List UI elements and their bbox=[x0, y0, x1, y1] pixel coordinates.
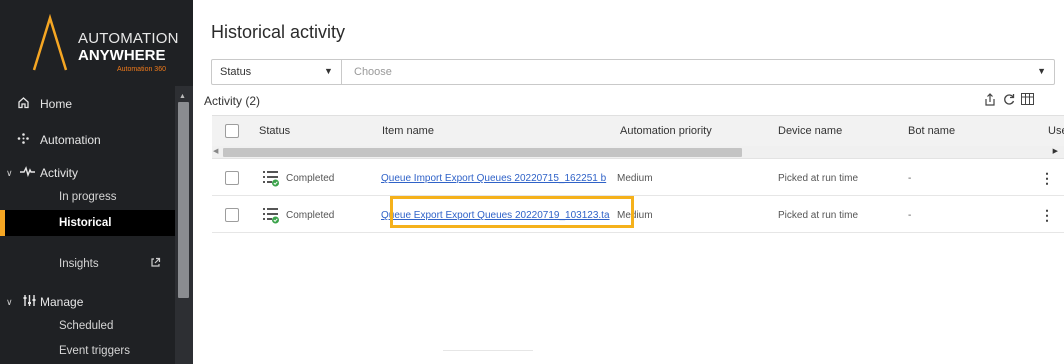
row-checkbox[interactable] bbox=[225, 208, 239, 222]
manage-sliders-icon bbox=[22, 294, 36, 310]
filter-bar: Status ▼ Choose ▼ bbox=[211, 59, 1055, 85]
brand-logo[interactable]: AUTOMATION ANYWHERE Automation 360 bbox=[0, 0, 193, 86]
sidebar-item-in-progress[interactable]: In progress bbox=[0, 186, 175, 208]
row-actions-menu-icon[interactable]: ⋮ bbox=[1040, 207, 1054, 224]
sidebar-item-label: Insights bbox=[59, 258, 99, 270]
column-header-user[interactable]: User bbox=[1048, 125, 1064, 137]
export-icon[interactable] bbox=[984, 93, 996, 109]
sidebar-item-label: Scheduled bbox=[59, 320, 114, 332]
sidebar-item-label: Historical bbox=[59, 217, 112, 229]
chevron-down-icon: ∨ bbox=[6, 167, 13, 178]
sidebar-item-insights[interactable]: Insights bbox=[0, 253, 175, 275]
scroll-up-arrow-icon[interactable]: ▲ bbox=[179, 93, 186, 100]
sidebar-item-scheduled[interactable]: Scheduled bbox=[0, 315, 175, 337]
activity-pulse-icon bbox=[20, 165, 35, 181]
main-content: Historical activity Status ▼ Choose ▼ Ac… bbox=[193, 0, 1064, 364]
completed-status-icon bbox=[263, 171, 279, 187]
row-actions-menu-icon[interactable]: ⋮ bbox=[1040, 170, 1054, 187]
table-header: Status Item name Automation priority Dev… bbox=[212, 115, 1064, 146]
home-icon bbox=[16, 96, 30, 112]
activity-count: Activity (2) bbox=[204, 94, 261, 108]
external-link-icon bbox=[150, 257, 161, 271]
sidebar-item-event-triggers[interactable]: Event triggers bbox=[0, 340, 175, 362]
column-header-device-name[interactable]: Device name bbox=[778, 125, 842, 137]
column-settings-icon[interactable] bbox=[1021, 93, 1034, 108]
brand-name-line1: AUTOMATION bbox=[78, 30, 179, 47]
bot-cell: - bbox=[908, 210, 912, 221]
column-header-automation-priority[interactable]: Automation priority bbox=[620, 125, 712, 137]
column-header-status[interactable]: Status bbox=[259, 125, 290, 137]
sidebar-item-label: Event triggers bbox=[59, 345, 130, 357]
brand-product-name: Automation 360 bbox=[116, 66, 166, 73]
sidebar-item-historical[interactable]: Historical bbox=[0, 210, 175, 236]
sidebar-item-home[interactable]: Home bbox=[0, 92, 175, 116]
column-header-item-name[interactable]: Item name bbox=[382, 125, 434, 137]
chevron-down-icon: ∨ bbox=[6, 296, 13, 307]
refresh-icon[interactable] bbox=[1003, 93, 1015, 109]
filter-placeholder: Choose bbox=[354, 66, 392, 78]
sidebar: AUTOMATION ANYWHERE Automation 360 Home … bbox=[0, 0, 193, 364]
table-row[interactable]: Completed Queue Export Export Queues 202… bbox=[212, 197, 1064, 233]
priority-cell: Medium bbox=[617, 173, 653, 184]
filter-value-input[interactable]: Choose bbox=[342, 60, 1032, 84]
status-text: Completed bbox=[286, 173, 335, 184]
item-name-link[interactable]: Queue Import Export Queues 20220715_1622… bbox=[381, 173, 618, 184]
item-name-highlight-box bbox=[390, 196, 634, 228]
select-all-checkbox[interactable] bbox=[225, 124, 239, 138]
filter-field-value: Status bbox=[220, 66, 252, 78]
row-checkbox[interactable] bbox=[225, 171, 239, 185]
sidebar-item-manage[interactable]: ∨ Manage bbox=[0, 290, 175, 314]
sidebar-item-automation[interactable]: Automation bbox=[0, 128, 175, 152]
sidebar-scrollbar-thumb[interactable] bbox=[178, 102, 189, 298]
scroll-left-arrow-icon[interactable]: ◀ bbox=[213, 147, 218, 155]
device-cell: Picked at run time bbox=[778, 210, 859, 221]
sidebar-item-label: Manage bbox=[40, 295, 84, 309]
automation-anywhere-logo-icon bbox=[32, 14, 68, 71]
table-horizontal-scrollbar[interactable]: ◀ ▶ bbox=[212, 146, 1064, 159]
scroll-right-arrow-icon[interactable]: ▶ bbox=[1053, 147, 1058, 155]
device-cell: Picked at run time bbox=[778, 173, 859, 184]
activity-table: Status Item name Automation priority Dev… bbox=[212, 115, 1064, 245]
sidebar-item-label: Home bbox=[40, 97, 73, 111]
table-scrollbar-thumb[interactable] bbox=[223, 148, 742, 157]
column-header-bot-name[interactable]: Bot name bbox=[908, 125, 955, 137]
status-text: Completed bbox=[286, 210, 335, 221]
brand-name-line2: ANYWHERE bbox=[78, 47, 166, 64]
automation-icon bbox=[16, 132, 30, 148]
status-cell: Completed bbox=[262, 206, 352, 224]
table-row[interactable]: Completed Queue Import Export Queues 202… bbox=[212, 160, 1064, 196]
caret-down-icon[interactable]: ▼ bbox=[1037, 66, 1046, 76]
page-title: Historical activity bbox=[211, 22, 346, 42]
sidebar-item-label: Automation bbox=[40, 133, 101, 147]
sidebar-item-activity[interactable]: ∨ Activity bbox=[0, 161, 175, 185]
completed-status-icon bbox=[263, 208, 279, 224]
sidebar-item-label: In progress bbox=[59, 191, 117, 203]
caret-down-icon: ▼ bbox=[324, 66, 333, 76]
bot-cell: - bbox=[908, 173, 912, 184]
status-cell: Completed bbox=[262, 169, 352, 187]
sidebar-item-label: Activity bbox=[40, 166, 79, 180]
filter-field-select[interactable]: Status ▼ bbox=[212, 60, 342, 84]
divider bbox=[443, 350, 533, 351]
